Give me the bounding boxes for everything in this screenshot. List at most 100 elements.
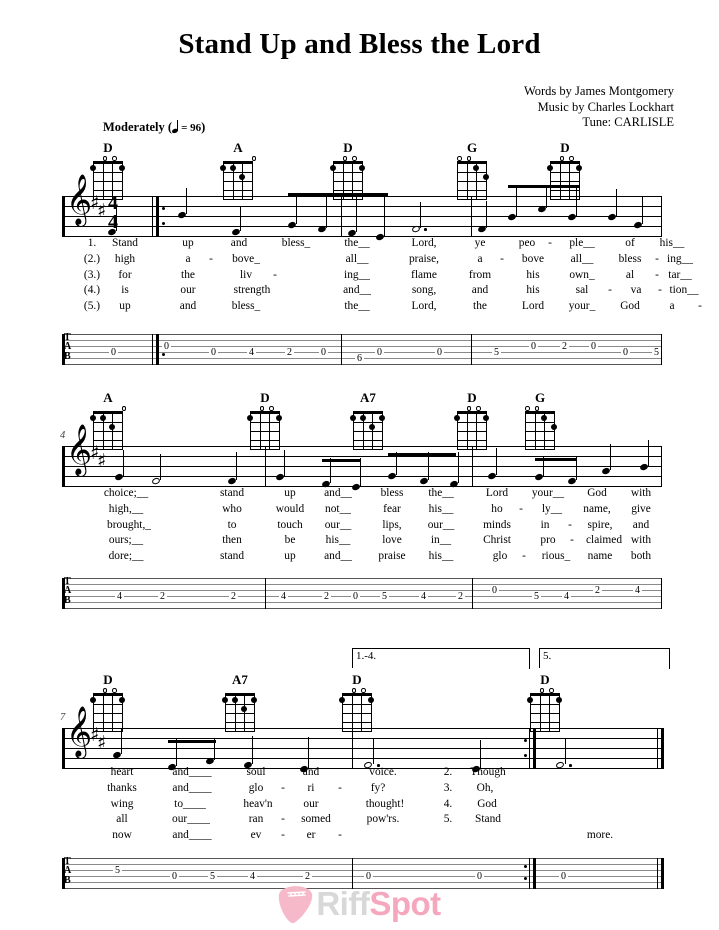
lyric-syllable: ho bbox=[491, 502, 503, 515]
chord-name: D bbox=[103, 672, 113, 687]
lyric-syllable: - bbox=[273, 268, 277, 281]
lyric-line: ours;__ then be his__ love in__ Christ pro - clai… bbox=[62, 533, 662, 549]
lyric-syllable: ly__ bbox=[541, 502, 563, 515]
page-title: Stand Up and Bless the Lord bbox=[178, 28, 541, 60]
finger-dot bbox=[527, 697, 533, 703]
lyric-syllable: praise bbox=[378, 550, 406, 563]
lyric-syllable: - bbox=[655, 268, 659, 281]
lyric-syllable: and bbox=[632, 518, 650, 531]
lyric-syllable: to____ bbox=[174, 797, 206, 810]
lyric-line: choice;__ stand up and__ bless the__ Lord your_… bbox=[62, 486, 662, 502]
key-signature-2: ♯ bbox=[97, 450, 107, 472]
finger-dot bbox=[473, 165, 480, 171]
lyric-syllable: choice;__ bbox=[103, 487, 149, 499]
lyric-syllable: all bbox=[116, 813, 128, 826]
lyric-syllable: - bbox=[281, 813, 285, 826]
open-circle-icon bbox=[534, 406, 540, 411]
lyric-syllable: brought,_ bbox=[107, 518, 151, 531]
logo-text-spot: Spot bbox=[369, 885, 441, 922]
finger-dot bbox=[250, 697, 257, 703]
fretboard-grid bbox=[454, 411, 489, 450]
tab-fret-number: 5 bbox=[652, 346, 661, 358]
lyric-syllable: fy? bbox=[370, 781, 386, 794]
tab-fret-number: 5 bbox=[380, 590, 389, 602]
guitar-pick-icon bbox=[278, 884, 314, 924]
tempo-close-paren: ) bbox=[201, 120, 206, 134]
chord-diagram-D: D bbox=[523, 673, 567, 732]
lyrics-block-2: choice;__ stand up and__ bless the__ Lord your_… bbox=[62, 486, 662, 565]
lyric-line: (2.) high a - bove_ all__ praise, a - bove all__ bl… bbox=[62, 252, 693, 268]
lyric-syllable: with bbox=[630, 534, 652, 547]
finger-dot bbox=[482, 415, 489, 421]
lyric-syllable: spire, bbox=[587, 518, 613, 531]
tab-fret-number: 4 bbox=[633, 584, 642, 596]
lyric-syllable: al bbox=[625, 268, 635, 281]
tab-staff-2 bbox=[62, 578, 662, 609]
tab-fret-number: 4 bbox=[562, 590, 571, 602]
lyric-syllable: Lord bbox=[521, 300, 545, 313]
lyric-syllable: flame bbox=[411, 268, 437, 281]
chord-name: D bbox=[467, 390, 477, 405]
chord-diagram-D: D bbox=[243, 391, 287, 450]
credit-tune: Tune: CARLISLE bbox=[582, 115, 674, 129]
finger-dot bbox=[330, 165, 336, 171]
finger-dot bbox=[90, 165, 96, 171]
lyric-syllable: up bbox=[119, 300, 131, 313]
lyric-syllable: ri bbox=[307, 781, 315, 794]
fretboard-grid bbox=[525, 411, 557, 450]
chord-name: A7 bbox=[232, 672, 248, 687]
open-circle-icon bbox=[351, 688, 357, 693]
lyric-syllable: his bbox=[526, 268, 540, 281]
lyric-syllable: praise, bbox=[408, 252, 440, 265]
lyric-syllable: Though bbox=[470, 766, 506, 778]
tab-fret-number: 0 bbox=[351, 590, 360, 602]
finger-dot bbox=[482, 173, 489, 180]
lyric-syllable: with bbox=[630, 487, 652, 499]
tab-fret-number: 4 bbox=[248, 870, 257, 882]
lyric-syllable: your_ bbox=[568, 300, 596, 313]
finger-dot bbox=[369, 423, 376, 430]
lyric-syllable: 5. bbox=[443, 813, 453, 826]
lyric-syllable: high,__ bbox=[108, 502, 144, 515]
lyric-syllable: liv bbox=[239, 268, 253, 281]
lyric-syllable: Christ bbox=[483, 534, 511, 547]
tab-fret-number: 2 bbox=[456, 590, 465, 602]
lyric-syllable: Oh, bbox=[476, 781, 494, 794]
lyric-syllable: God bbox=[587, 487, 607, 499]
lyric-syllable: high bbox=[114, 252, 136, 265]
lyric-syllable: his__ bbox=[659, 237, 685, 249]
lyric-syllable: peo bbox=[518, 237, 536, 249]
riffspot-watermark: RiffSpot bbox=[0, 884, 719, 926]
repeat-ending-bracket: 5. bbox=[539, 648, 670, 669]
tab-fret-number: 0 bbox=[475, 870, 484, 882]
open-circle-icon bbox=[466, 406, 472, 411]
lyric-syllable: God bbox=[477, 797, 497, 810]
lyric-syllable: of bbox=[625, 237, 635, 249]
tab-fret-number: 2 bbox=[560, 340, 569, 352]
fretboard-grid bbox=[247, 411, 282, 450]
lyric-line: heart and____ soul and voice. 2. Though bbox=[62, 765, 662, 781]
finger-dot bbox=[550, 423, 557, 430]
lyric-syllable: stand bbox=[219, 487, 245, 499]
chord-name: G bbox=[534, 390, 546, 405]
finger-dot bbox=[241, 705, 248, 712]
tab-fret-number: 0 bbox=[435, 346, 444, 358]
lyric-syllable: all__ bbox=[345, 252, 369, 265]
tab-fret-number: 0 bbox=[109, 346, 118, 358]
tab-fret-number: 2 bbox=[229, 590, 238, 602]
lyric-line: (3.) for the liv - ing__ flame from his own_ al - ta… bbox=[62, 268, 692, 284]
chord-diagram-A: A bbox=[86, 391, 130, 450]
lyric-syllable: our__ bbox=[427, 518, 455, 531]
lyric-syllable: up bbox=[284, 550, 296, 563]
tab-fret-number: 2 bbox=[158, 590, 167, 602]
open-circle-icon bbox=[102, 688, 108, 693]
lyric-syllable: fear bbox=[383, 502, 401, 515]
lyric-syllable: the bbox=[473, 300, 487, 313]
lyric-syllable: bless_ bbox=[231, 300, 261, 313]
lyric-syllable: our____ bbox=[172, 813, 210, 826]
lyric-syllable: the__ bbox=[428, 487, 454, 499]
finger-dot bbox=[90, 415, 96, 421]
chord-name: A bbox=[233, 140, 243, 155]
lyric-syllable: voice. bbox=[369, 766, 397, 778]
lyric-line: wing to____ heav'n our thought! 4. God bbox=[62, 797, 662, 813]
